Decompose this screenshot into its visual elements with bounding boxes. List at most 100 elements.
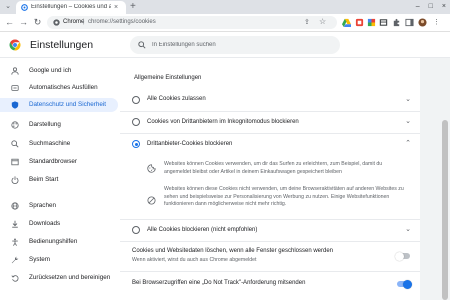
address-separator: | xyxy=(83,19,85,25)
radio-allow-all[interactable] xyxy=(132,96,140,104)
sidebar-item-label: Automatisches Ausfüllen xyxy=(29,84,98,91)
back-button[interactable]: ← xyxy=(4,17,15,28)
sidebar-item-system[interactable]: System xyxy=(0,253,118,267)
sidebar-item-label: Datenschutz und Sicherheit xyxy=(29,101,107,108)
tab-title: Einstellungen – Cookies und and xyxy=(31,4,111,10)
browser-toolbar: ← → ↻ Chrome | chrome://settings/cookies… xyxy=(0,14,450,32)
profile-avatar[interactable] xyxy=(418,18,427,27)
setting-clear-on-exit[interactable]: Cookies und Websitedaten löschen, wenn a… xyxy=(120,241,420,269)
sidebar-item-on-startup[interactable]: Beim Start xyxy=(0,173,118,187)
option-label: Alle Cookies zulassen xyxy=(147,96,206,102)
sidebar-item-downloads[interactable]: Downloads xyxy=(0,217,118,231)
chevron-down-icon[interactable]: ⌄ xyxy=(404,96,412,104)
page-scrollbar[interactable] xyxy=(440,58,450,300)
sidebar-item-google-und-ich[interactable]: Google und ich xyxy=(0,64,118,78)
tab-settings-cookies[interactable]: Einstellungen – Cookies und and × xyxy=(16,1,126,14)
sidebar-item-appearance[interactable]: Darstellung xyxy=(0,118,118,132)
bookmark-star-icon[interactable]: ☆ xyxy=(319,17,326,27)
sidebar-item-label: Sprachen xyxy=(29,202,56,209)
settings-search[interactable] xyxy=(130,36,340,54)
sidebar-item-label: Downloads xyxy=(29,220,61,227)
google-drive-extension-icon[interactable] xyxy=(342,18,351,27)
more-menu-icon[interactable]: ⋮ xyxy=(432,18,441,27)
minimize-icon[interactable]: – xyxy=(416,1,420,13)
sidebar-item-label: Bedienungshilfen xyxy=(29,238,78,245)
sidebar-item-default-browser[interactable]: Standardbrowser xyxy=(0,155,118,169)
extensions-puzzle-icon[interactable] xyxy=(392,18,401,27)
settings-favicon-icon xyxy=(21,4,28,11)
option-label: Alle Cookies blockieren (nicht empfohlen… xyxy=(147,227,258,233)
scrollbar-thumb[interactable] xyxy=(442,120,448,300)
sidebar-item-autofill[interactable]: Automatisches Ausfüllen xyxy=(0,81,118,95)
maximize-icon[interactable]: □ xyxy=(429,1,433,13)
sidebar-item-accessibility[interactable]: Bedienungshilfen xyxy=(0,235,118,249)
cookies-settings-card: Allgemeine Einstellungen Alle Cookies zu… xyxy=(120,58,420,300)
detail-text: Websites können diese Cookies nicht verw… xyxy=(164,186,404,207)
radio-block-third-party[interactable] xyxy=(132,140,140,148)
palette-icon xyxy=(11,121,19,129)
extension-red-icon[interactable] xyxy=(355,18,364,27)
autofill-icon xyxy=(11,85,19,91)
new-tab-button[interactable]: + xyxy=(130,1,136,13)
globe-icon xyxy=(11,202,19,210)
sidebar-item-privacy[interactable]: Datenschutz und Sicherheit xyxy=(0,98,118,112)
option-label: Drittanbieter-Cookies blockieren xyxy=(147,141,233,147)
chevron-down-icon[interactable]: ⌄ xyxy=(404,118,412,126)
power-icon xyxy=(11,176,19,184)
download-icon xyxy=(12,220,18,228)
radio-block-all[interactable] xyxy=(132,226,140,234)
wrench-icon xyxy=(11,256,19,264)
do-not-track-label: Bei Browserzugriffen eine „Do Not Track"… xyxy=(132,280,306,286)
sidebar-item-label: System xyxy=(29,256,50,263)
sidebar-item-languages[interactable]: Sprachen xyxy=(0,199,118,213)
forward-button[interactable]: → xyxy=(18,17,29,28)
sidebar-item-reset[interactable]: Zurücksetzen und bereinigen xyxy=(0,271,118,285)
option-block-third-party-incognito[interactable]: Cookies von Drittanbietern im Inkognitom… xyxy=(120,111,420,132)
person-icon xyxy=(11,67,19,75)
detail-cookies-blocked: Websites können diese Cookies nicht verw… xyxy=(120,185,420,215)
address-url[interactable]: chrome://settings/cookies xyxy=(88,19,156,26)
tab-search-icon[interactable]: ⌄ xyxy=(3,2,13,12)
chrome-site-icon xyxy=(53,19,60,26)
search-input[interactable] xyxy=(152,37,332,53)
sidebar-item-label: Standardbrowser xyxy=(29,158,77,165)
sidebar-item-search-engine[interactable]: Suchmaschine xyxy=(0,137,118,151)
chevron-up-icon[interactable]: ⌃ xyxy=(404,140,412,148)
chrome-logo-icon xyxy=(9,39,21,51)
detail-text: Websites können Cookies verwenden, um di… xyxy=(164,161,383,175)
cookie-icon xyxy=(147,164,156,173)
chevron-down-icon[interactable]: ⌄ xyxy=(404,226,412,234)
tab-close-icon[interactable]: × xyxy=(114,3,118,12)
settings-sidebar: Google und ich Automatisches Ausfüllen D… xyxy=(0,58,120,300)
block-icon xyxy=(147,196,156,205)
option-label: Cookies von Drittanbietern im Inkognitom… xyxy=(147,119,299,125)
sidebar-item-label: Google und ich xyxy=(29,67,72,74)
option-allow-all-cookies[interactable]: Alle Cookies zulassen ⌄ xyxy=(120,90,420,110)
share-icon[interactable]: ⇪ xyxy=(304,18,310,27)
clear-on-exit-toggle[interactable] xyxy=(395,251,410,261)
sidebar-item-label: Beim Start xyxy=(29,176,59,183)
accessibility-icon xyxy=(12,238,18,246)
reset-icon xyxy=(11,275,19,282)
option-block-all-cookies[interactable]: Alle Cookies blockieren (nicht empfohlen… xyxy=(120,219,420,239)
clear-on-exit-description: Wenn aktiviert, wirst du auch aus Chrome… xyxy=(132,257,257,263)
window-close-icon[interactable]: × xyxy=(442,1,446,13)
extension-box-icon[interactable] xyxy=(379,18,388,27)
sidebar-item-label: Suchmaschine xyxy=(29,140,71,147)
address-bar[interactable]: Chrome | chrome://settings/cookies ⇪ ☆ xyxy=(47,16,337,29)
radio-block-incognito[interactable] xyxy=(132,118,140,126)
option-block-third-party[interactable]: Drittanbieter-Cookies blockieren ⌃ xyxy=(120,133,420,153)
reload-button[interactable]: ↻ xyxy=(32,17,43,28)
setting-do-not-track[interactable]: Bei Browserzugriffen eine „Do Not Track"… xyxy=(120,271,420,295)
do-not-track-toggle[interactable] xyxy=(397,279,412,289)
side-panel-icon[interactable] xyxy=(405,18,414,27)
clear-on-exit-label: Cookies und Websitedaten löschen, wenn a… xyxy=(132,248,334,254)
detail-cookies-allowed: Websites können Cookies verwenden, um di… xyxy=(120,158,420,180)
shield-icon xyxy=(11,101,19,109)
sidebar-item-label: Darstellung xyxy=(29,121,61,128)
tab-strip: ⌄ Einstellungen – Cookies und and × + – … xyxy=(0,0,450,14)
page-title: Einstellungen xyxy=(30,39,94,51)
extension-colorful-icon[interactable] xyxy=(367,18,376,27)
window-controls: – □ × xyxy=(416,1,446,13)
settings-main: Allgemeine Einstellungen Alle Cookies zu… xyxy=(120,58,450,300)
